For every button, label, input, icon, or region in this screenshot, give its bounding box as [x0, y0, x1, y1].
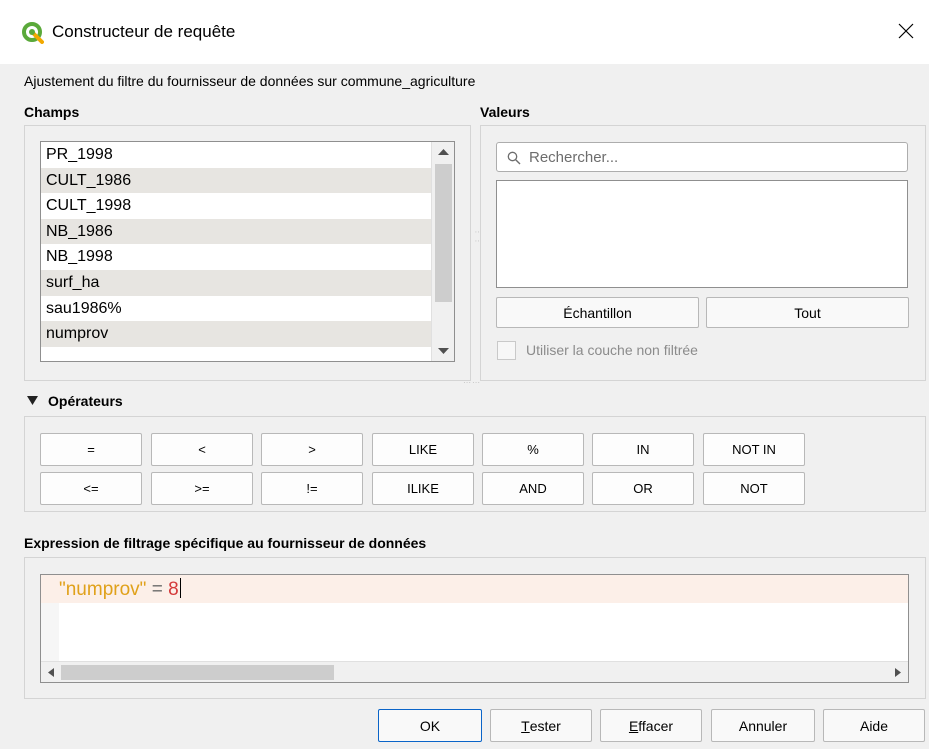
- search-icon: [507, 151, 521, 165]
- use-unfiltered-label: Utiliser la couche non filtrée: [526, 342, 698, 358]
- values-search-input[interactable]: [527, 146, 897, 168]
- operator-button[interactable]: IN: [592, 433, 694, 466]
- horizontal-splitter[interactable]: ⋯⋯: [463, 378, 481, 387]
- clear-button[interactable]: Effacer: [600, 709, 702, 742]
- sample-button[interactable]: Échantillon: [496, 297, 699, 328]
- help-button[interactable]: Aide: [823, 709, 925, 742]
- expression-text[interactable]: "numprov" = 8: [59, 578, 181, 601]
- clear-mnemonic: E: [628, 717, 639, 734]
- fields-scrollbar[interactable]: [431, 142, 454, 361]
- values-label: Valeurs: [480, 104, 530, 120]
- expression-value-token: 8: [168, 579, 179, 600]
- dialog-subtitle: Ajustement du filtre du fournisseur de d…: [24, 73, 476, 89]
- fields-list[interactable]: PR_1998 CULT_1986 CULT_1998 NB_1986 NB_1998 s…: [40, 141, 455, 362]
- field-list-item[interactable]: CULT_1998: [41, 193, 454, 219]
- test-mnemonic: T: [521, 717, 530, 734]
- test-button[interactable]: Tester: [490, 709, 592, 742]
- scroll-up-icon[interactable]: [437, 148, 450, 156]
- field-list-item[interactable]: NB_1998: [41, 244, 454, 270]
- fields-items: PR_1998 CULT_1986 CULT_1998 NB_1986 NB_1998 s…: [41, 142, 454, 347]
- scroll-right-icon[interactable]: [894, 667, 902, 678]
- use-unfiltered-checkbox[interactable]: [497, 341, 516, 360]
- close-button[interactable]: [883, 8, 929, 54]
- operator-button[interactable]: <: [151, 433, 253, 466]
- operator-button[interactable]: NOT IN: [703, 433, 805, 466]
- scroll-left-icon[interactable]: [47, 667, 55, 678]
- hscrollbar-thumb[interactable]: [61, 665, 334, 680]
- field-list-item[interactable]: CULT_1986: [41, 167, 454, 194]
- scroll-down-icon[interactable]: [437, 347, 450, 355]
- cancel-button[interactable]: Annuler: [711, 709, 815, 742]
- field-list-item[interactable]: surf_ha: [41, 269, 454, 296]
- title-bar: Constructeur de requête: [0, 0, 929, 64]
- operators-label: Opérateurs: [48, 393, 123, 409]
- field-list-item[interactable]: NB_1986: [41, 218, 454, 245]
- expression-label: Expression de filtrage spécifique au fou…: [24, 535, 427, 551]
- operator-button[interactable]: <=: [40, 472, 142, 505]
- close-icon: [898, 23, 914, 39]
- qgis-logo-icon: [22, 22, 44, 44]
- text-caret: [179, 578, 181, 598]
- operator-button[interactable]: LIKE: [372, 433, 474, 466]
- window-title: Constructeur de requête: [52, 22, 236, 41]
- clear-label: ffacer: [638, 717, 674, 734]
- operator-button[interactable]: >: [261, 433, 363, 466]
- values-list[interactable]: [496, 180, 908, 288]
- scrollbar-thumb[interactable]: [435, 164, 452, 302]
- expression-operator-token: =: [151, 579, 163, 600]
- editor-margin: [41, 603, 59, 663]
- operator-button[interactable]: NOT: [703, 472, 805, 505]
- field-list-item[interactable]: PR_1998: [41, 142, 454, 168]
- expression-hscrollbar[interactable]: [41, 661, 908, 682]
- fields-label: Champs: [24, 104, 80, 120]
- values-search-box[interactable]: [496, 142, 908, 172]
- expression-field-token: "numprov": [59, 579, 147, 600]
- collapse-triangle-icon[interactable]: [27, 396, 38, 405]
- all-button[interactable]: Tout: [706, 297, 909, 328]
- operator-button[interactable]: >=: [151, 472, 253, 505]
- field-list-item[interactable]: sau1986%: [41, 295, 454, 322]
- operator-button[interactable]: AND: [482, 472, 584, 505]
- operator-button[interactable]: !=: [261, 472, 363, 505]
- ok-button[interactable]: OK: [378, 709, 482, 742]
- field-list-item[interactable]: numprov: [41, 321, 454, 347]
- operator-button[interactable]: OR: [592, 472, 694, 505]
- operator-button[interactable]: %: [482, 433, 584, 466]
- test-label: ester: [529, 717, 561, 734]
- expression-editor[interactable]: "numprov" = 8: [40, 574, 909, 683]
- operator-button[interactable]: =: [40, 433, 142, 466]
- operator-button[interactable]: ILIKE: [372, 472, 474, 505]
